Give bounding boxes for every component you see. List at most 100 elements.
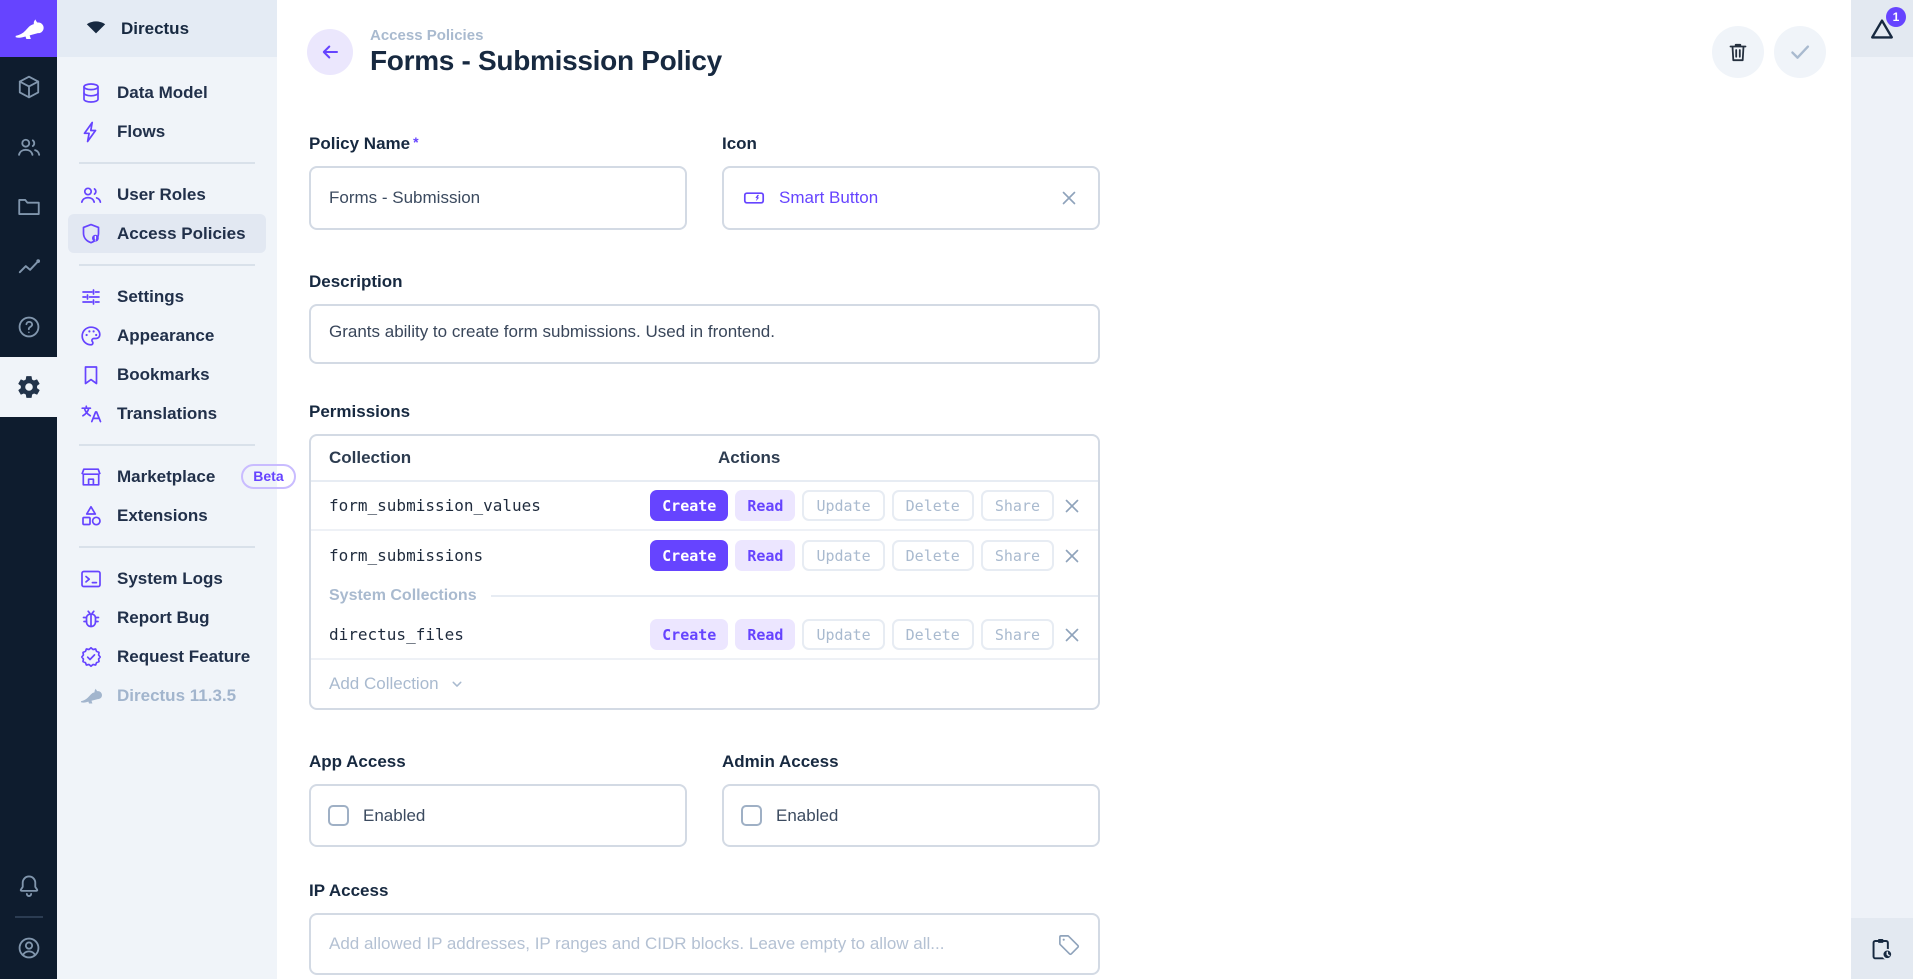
module-content-button[interactable] [0,57,57,117]
admin-access-label: Admin Access [722,752,1100,772]
permission-row: form_submission_values Create Read Updat… [311,482,1098,531]
remove-row-button[interactable] [1061,495,1083,517]
sidebar-item-label: Translations [117,404,217,424]
notification-count-badge: 1 [1886,7,1906,27]
revisions-button[interactable] [1851,918,1913,979]
action-badge-read[interactable]: Read [735,490,795,521]
folder-icon [16,194,42,220]
close-icon [1061,495,1083,517]
check-icon [1787,39,1813,65]
action-badge-share[interactable]: Share [981,540,1054,571]
sidebar-item-request-feature[interactable]: Request Feature [68,637,266,676]
nav-divider [79,264,255,266]
back-button[interactable] [307,29,353,75]
action-badge-update[interactable]: Update [802,540,884,571]
sidebar-item-report-bug[interactable]: Report Bug [68,598,266,637]
account-button[interactable] [0,918,57,978]
bug-icon [79,606,103,630]
sidebar-item-extensions[interactable]: Extensions [68,496,266,535]
palette-icon [79,324,103,348]
translate-icon [79,402,103,426]
smart-button-icon [742,186,766,210]
action-badge-update[interactable]: Update [802,490,884,521]
module-settings-button[interactable] [0,357,57,417]
action-badge-delete[interactable]: Delete [892,540,974,571]
breadcrumb[interactable]: Access Policies [370,27,722,44]
sidebar-item-system-logs[interactable]: System Logs [68,559,266,598]
arrow-left-icon [318,40,342,64]
action-badge-read[interactable]: Read [735,619,795,650]
module-insights-button[interactable] [0,237,57,297]
bookmark-icon [79,363,103,387]
sidebar-item-label: Marketplace [117,467,215,487]
action-badge-read[interactable]: Read [735,540,795,571]
people-icon [16,134,42,160]
permissions-field: Permissions Collection Actions form_subm… [309,402,1100,710]
app-access-checkbox[interactable] [328,805,349,826]
admin-access-checkbox[interactable] [741,805,762,826]
sidebar-item-settings[interactable]: Settings [68,277,266,316]
column-header-collection: Collection [311,448,718,468]
ip-access-input[interactable] [329,934,1045,954]
policy-form: Policy Name* Icon Smart Button [277,80,1100,975]
terminal-icon [79,567,103,591]
module-docs-button[interactable] [0,297,57,357]
gear-icon [16,374,42,400]
sidebar-item-label: Extensions [117,506,208,526]
add-collection-label: Add Collection [329,674,439,694]
action-badge-share[interactable]: Share [981,490,1054,521]
checkbox-label: Enabled [776,806,838,826]
ip-access-label: IP Access [309,881,1100,901]
remove-row-button[interactable] [1061,624,1083,646]
policy-name-field: Policy Name* [309,134,687,230]
directus-logo[interactable] [0,0,57,57]
action-badge-update[interactable]: Update [802,619,884,650]
remove-row-button[interactable] [1061,545,1083,567]
sidebar-item-appearance[interactable]: Appearance [68,316,266,355]
collection-name: form_submission_values [311,496,650,515]
icon-label: Icon [722,134,1100,154]
clear-icon-button[interactable] [1058,187,1080,209]
sidebar-item-flows[interactable]: Flows [68,112,266,151]
sidebar-item-label: User Roles [117,185,206,205]
sidebar-item-data-model[interactable]: Data Model [68,73,266,112]
sidebar-version[interactable]: Directus 11.3.5 [68,676,266,715]
save-button[interactable] [1774,26,1826,78]
user-avatar[interactable]: 1 [1851,0,1913,57]
project-header[interactable]: Directus [57,0,277,57]
main-content: Access Policies Forms - Submission Polic… [277,0,1851,979]
action-badge-share[interactable]: Share [981,619,1054,650]
action-badge-create[interactable]: Create [650,540,728,571]
module-users-button[interactable] [0,117,57,177]
action-badge-create[interactable]: Create [650,490,728,521]
sidebar-item-user-roles[interactable]: User Roles [68,175,266,214]
page-title: Forms - Submission Policy [370,45,722,77]
help-icon [16,314,42,340]
sidebar-item-bookmarks[interactable]: Bookmarks [68,355,266,394]
add-collection-button[interactable]: Add Collection [311,660,1098,708]
description-textarea[interactable]: Grants ability to create form submission… [309,304,1100,364]
nav-divider [79,444,255,446]
sidebar-item-translations[interactable]: Translations [68,394,266,433]
sidebar-item-label: Appearance [117,326,214,346]
action-badge-delete[interactable]: Delete [892,490,974,521]
app-access-label: App Access [309,752,687,772]
icon-picker[interactable]: Smart Button [722,166,1100,230]
required-asterisk: * [413,134,418,150]
sidebar-item-label: Report Bug [117,608,210,628]
action-badge-delete[interactable]: Delete [892,619,974,650]
project-wedge-icon [84,17,108,41]
delete-button[interactable] [1712,26,1764,78]
policy-name-input[interactable] [329,188,667,208]
nav-divider [79,162,255,164]
sidebar-item-label: Flows [117,122,165,142]
action-badge-create[interactable]: Create [650,619,728,650]
policy-name-label: Policy Name* [309,134,687,154]
module-files-button[interactable] [0,177,57,237]
sidebar-item-access-policies[interactable]: Access Policies [68,214,266,253]
sidebar-item-label: Access Policies [117,224,246,244]
sidebar-item-marketplace[interactable]: Marketplace Beta [68,457,266,496]
notifications-button[interactable] [0,856,57,916]
module-bar [0,0,57,979]
nav-sidebar: Directus Data Model Flows User Roles Acc… [57,0,277,979]
